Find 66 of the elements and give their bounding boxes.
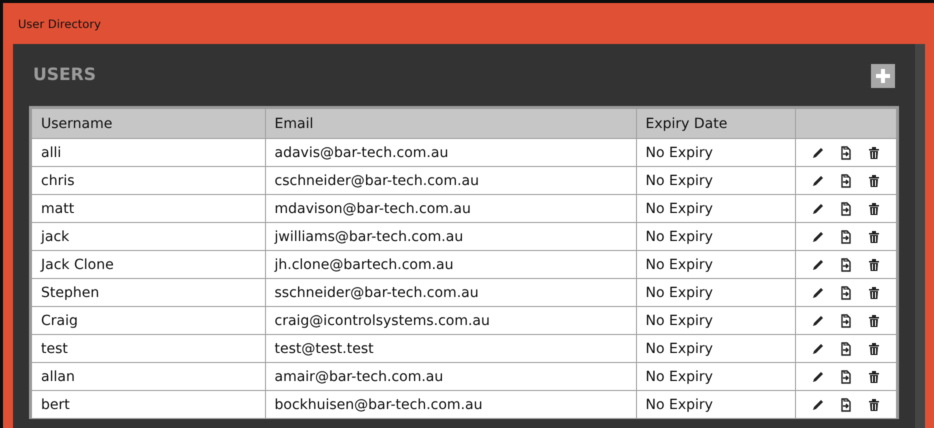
email-cell: mdavison@bar-tech.com.au (274, 200, 471, 216)
username-cell: matt (41, 200, 74, 216)
email-cell: bockhuisen@bar-tech.com.au (274, 396, 482, 412)
username-cell: chris (41, 172, 75, 188)
expiry-cell: No Expiry (646, 312, 713, 328)
email-cell: craig@icontrolsystems.com.au (274, 312, 490, 328)
copy-icon[interactable] (840, 258, 854, 272)
panel-title: USERS (33, 65, 96, 85)
email-cell: jh.clone@bartech.com.au (274, 256, 454, 272)
expiry-cell: No Expiry (646, 200, 713, 216)
username-cell: alli (41, 144, 62, 160)
trash-icon[interactable] (868, 286, 880, 300)
pencil-icon[interactable] (811, 398, 826, 412)
trash-icon[interactable] (868, 398, 880, 412)
username-cell: Craig (41, 312, 78, 328)
email-cell: adavis@bar-tech.com.au (274, 144, 448, 160)
expiry-cell: No Expiry (646, 368, 713, 384)
pencil-icon[interactable] (811, 258, 826, 272)
column-header[interactable]: Email (274, 116, 314, 132)
pencil-icon[interactable] (811, 230, 826, 244)
copy-icon[interactable] (840, 314, 854, 328)
username-cell: bert (41, 396, 70, 412)
pencil-icon[interactable] (811, 314, 826, 328)
email-cell: amair@bar-tech.com.au (274, 368, 444, 384)
expiry-cell: No Expiry (646, 172, 713, 188)
copy-icon[interactable] (840, 230, 854, 244)
email-cell: test@test.test (274, 340, 374, 356)
copy-icon[interactable] (840, 370, 854, 384)
email-cell: cschneider@bar-tech.com.au (274, 172, 479, 188)
window-title: User Directory (18, 16, 101, 30)
trash-icon[interactable] (868, 258, 880, 272)
expiry-cell: No Expiry (646, 340, 713, 356)
copy-icon[interactable] (840, 398, 854, 412)
trash-icon[interactable] (868, 230, 880, 244)
pencil-icon[interactable] (811, 146, 826, 160)
pencil-icon[interactable] (811, 202, 826, 216)
username-cell: jack (41, 228, 70, 244)
pencil-icon[interactable] (811, 342, 826, 356)
username-cell: test (41, 340, 68, 356)
copy-icon[interactable] (840, 342, 854, 356)
trash-icon[interactable] (868, 202, 880, 216)
email-cell: sschneider@bar-tech.com.au (274, 284, 479, 300)
plus-icon (876, 68, 890, 82)
trash-icon[interactable] (868, 174, 880, 188)
email-cell: jwilliams@bar-tech.com.au (274, 228, 464, 244)
pencil-icon[interactable] (811, 174, 826, 188)
pencil-icon[interactable] (811, 286, 826, 300)
copy-icon[interactable] (840, 286, 854, 300)
copy-icon[interactable] (840, 174, 854, 188)
add-button[interactable] (871, 64, 895, 88)
expiry-cell: No Expiry (646, 144, 713, 160)
expiry-cell: No Expiry (646, 396, 713, 412)
expiry-cell: No Expiry (646, 256, 713, 272)
column-header[interactable]: Username (41, 116, 112, 132)
copy-icon[interactable] (840, 202, 854, 216)
trash-icon[interactable] (868, 146, 880, 160)
pencil-icon[interactable] (811, 370, 826, 384)
trash-icon[interactable] (868, 370, 880, 384)
expiry-cell: No Expiry (646, 284, 713, 300)
username-cell: Stephen (41, 284, 100, 300)
trash-icon[interactable] (868, 342, 880, 356)
copy-icon[interactable] (840, 146, 854, 160)
trash-icon[interactable] (868, 314, 880, 328)
expiry-cell: No Expiry (646, 228, 713, 244)
username-cell: allan (41, 368, 75, 384)
username-cell: Jack Clone (41, 256, 114, 272)
